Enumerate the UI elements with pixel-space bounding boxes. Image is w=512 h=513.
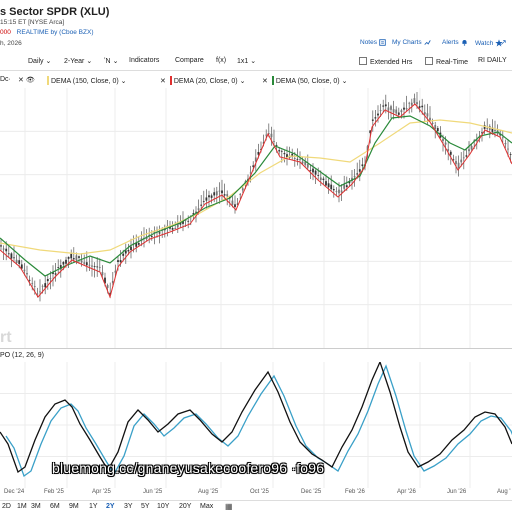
dema20-label: DEMA (20, Close, 0) [173, 78, 238, 85]
quote-time: 15:15 ET [NYSE Arca] [0, 19, 65, 26]
interval-value: Daily [28, 58, 44, 65]
x-tick-label: Feb '26 [345, 489, 365, 495]
chart-icon [424, 40, 431, 45]
chart-watermark: rt [0, 329, 12, 346]
chart-title: s Sector SPDR (XLU) [0, 6, 110, 18]
range-button-3m[interactable]: 3M [31, 503, 41, 510]
legend-controls[interactable]: ✕ 👁 [18, 76, 35, 84]
my-charts-link[interactable]: My Charts [392, 39, 431, 46]
dema150-label: DEMA (150, Close, 0) [51, 78, 119, 85]
extended-hours-checkbox[interactable]: Extended Hrs [359, 57, 412, 66]
overlay-url-text: bluemong.cc/gnaneyusakecoofero96 ·fo96 [52, 460, 325, 476]
notes-link[interactable]: Notes [360, 39, 386, 46]
chevron-down-icon: ⌄ [250, 58, 257, 65]
date-line: h, 2026 [0, 40, 22, 47]
x-tick-label: Aug ' [497, 489, 511, 495]
real-time-label: Real-Time [436, 59, 469, 66]
my-charts-label: My Charts [392, 39, 422, 46]
function-button[interactable]: f(x) [216, 57, 226, 64]
range-button-max[interactable]: Max [200, 503, 213, 510]
calendar-icon[interactable]: ▦ [225, 502, 233, 511]
dema20-swatch [169, 76, 172, 85]
x-tick-label: Aug '25 [198, 489, 219, 495]
indicators-button[interactable]: Indicators [129, 57, 159, 64]
realtime-source: REALTIME by (Cboe BZX) [16, 29, 94, 36]
range-button-2y[interactable]: 2Y [106, 503, 115, 510]
x-tick-label: Dec '24 [4, 489, 25, 495]
range-button-3y[interactable]: 3Y [124, 503, 133, 510]
alerts-link[interactable]: Alerts [442, 39, 468, 46]
bell-icon [462, 40, 467, 46]
chevron-down-icon: ⌄ [239, 78, 246, 85]
real-time-checkbox[interactable]: Real-Time [425, 57, 468, 66]
legend-dema20[interactable]: ✕ DEMA (20, Close, 0) ⌄ [160, 76, 245, 85]
range-button-5y[interactable]: 5Y [141, 503, 150, 510]
dema50-line [0, 115, 512, 277]
dema50-swatch [271, 76, 274, 85]
extended-hours-label: Extended Hrs [370, 59, 413, 66]
last-price: 000 [0, 29, 11, 36]
x-tick-label: Apr '25 [92, 489, 111, 495]
dema150-line [0, 119, 512, 255]
price-bars [0, 91, 512, 302]
notes-label: Notes [360, 39, 377, 46]
x-tick-label: Jun '25 [143, 489, 163, 495]
pane-divider [0, 348, 512, 349]
x-tick-label: Oct '25 [250, 489, 269, 495]
legend-dema150[interactable]: DEMA (150, Close, 0) ⌄ [45, 76, 127, 85]
ppo-line [0, 362, 512, 474]
x-tick-label: Dec '25 [301, 489, 322, 495]
layout-select[interactable]: 1x1 ⌄ [237, 57, 256, 65]
interval-select[interactable]: Daily ⌄ [28, 57, 51, 65]
close-icon[interactable]: ✕ [262, 78, 268, 85]
watch-link[interactable]: Watch [475, 39, 503, 47]
chevron-down-icon: ⌄ [86, 58, 93, 65]
link-icon[interactable]: ↗ [500, 38, 507, 47]
compare-button[interactable]: Compare [175, 57, 204, 64]
ppo-label: PO (12, 26, 9) [0, 352, 44, 359]
chevron-down-icon: ⌄ [341, 78, 348, 85]
watch-label: Watch [475, 39, 494, 47]
alerts-label: Alerts [442, 39, 459, 46]
close-icon[interactable]: ✕ [160, 78, 166, 85]
price-chart[interactable] [0, 88, 512, 348]
range-button-10y[interactable]: 10Y [157, 503, 169, 510]
range-button-2d[interactable]: 2D [2, 503, 11, 510]
chevron-down-icon: ⌄ [45, 58, 52, 65]
ri-daily-button[interactable]: RI DAILY [478, 57, 507, 64]
x-tick-label: Jun '26 [447, 489, 467, 495]
dema150-swatch [47, 76, 49, 85]
range-select[interactable]: 2-Year ⌄ [64, 57, 92, 65]
layout-value: 1x1 [237, 58, 249, 65]
checkbox-icon [425, 57, 433, 65]
dema50-label: DEMA (50, Close, 0) [275, 78, 340, 85]
range-button-20y[interactable]: 20Y [179, 503, 191, 510]
chart-type-value: ʼN [104, 58, 111, 65]
chevron-down-icon: ⌄ [112, 58, 119, 65]
close-icon[interactable]: ✕ [18, 77, 24, 84]
legend-dema50[interactable]: ✕ DEMA (50, Close, 0) ⌄ [262, 76, 347, 85]
checkbox-icon [359, 57, 367, 65]
range-button-9m[interactable]: 9M [69, 503, 79, 510]
price-line: 000 REALTIME by (Cboe BZX) [0, 29, 94, 36]
chart-type-select[interactable]: ʼN ⌄ [104, 57, 118, 65]
range-button-1m[interactable]: 1M [17, 503, 27, 510]
range-value: 2-Year [64, 58, 85, 65]
note-icon [379, 39, 386, 46]
range-button-1y[interactable]: 1Y [89, 503, 98, 510]
x-tick-label: Apr '26 [397, 489, 416, 495]
legend-prefix: Dc· [0, 76, 11, 83]
eye-icon[interactable]: 👁 [26, 77, 35, 84]
chevron-down-icon: ⌄ [120, 78, 127, 85]
x-tick-label: Feb '25 [44, 489, 64, 495]
range-button-6m[interactable]: 6M [50, 503, 60, 510]
